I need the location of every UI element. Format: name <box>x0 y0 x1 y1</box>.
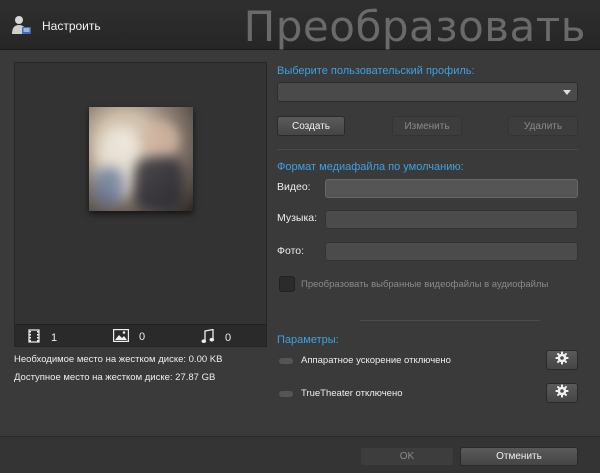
delete-profile-button[interactable]: Удалить <box>508 116 578 136</box>
convert-to-audio-label: Преобразовать выбранные видеофайлы в ауд… <box>301 279 549 290</box>
hw-accel-toggle[interactable] <box>279 358 293 364</box>
music-note-icon <box>201 328 215 347</box>
gear-icon <box>555 351 569 370</box>
music-count-value: 0 <box>225 332 232 344</box>
divider <box>277 149 578 150</box>
media-counts-bar: 1 0 0 <box>15 324 266 346</box>
format-section-title: Формат медиафайла по умолчанию: <box>277 161 464 173</box>
truetheater-settings-button[interactable] <box>546 383 578 403</box>
image-count-value: 0 <box>139 331 146 343</box>
chevron-down-icon <box>563 90 571 95</box>
preview-thumbnail <box>89 107 193 211</box>
video-label: Видео: <box>277 181 311 193</box>
music-count: 0 <box>201 328 232 347</box>
film-icon <box>27 329 41 346</box>
photo-label: Фото: <box>277 245 305 257</box>
page-title: Преобразовать <box>243 2 586 51</box>
video-count: 1 <box>27 329 57 346</box>
photo-format-field[interactable] <box>325 242 578 261</box>
ok-button[interactable]: OK <box>360 447 454 466</box>
image-icon <box>113 329 130 345</box>
header-bar: Настроить Преобразовать <box>0 0 600 51</box>
divider <box>360 320 540 321</box>
truetheater-label: TrueTheater отключено <box>301 388 403 399</box>
profile-dropdown[interactable] <box>277 82 578 102</box>
music-label: Музыка: <box>277 212 318 224</box>
required-disk-space: Необходимое место на жестком диске: 0.00… <box>14 354 223 365</box>
user-settings-icon <box>10 14 32 36</box>
edit-profile-button[interactable]: Изменить <box>392 116 462 136</box>
preview-panel: 1 0 0 <box>14 62 267 347</box>
available-disk-space: Доступное место на жестком диске: 27.87 … <box>14 372 216 383</box>
gear-icon <box>555 384 569 403</box>
app-title: Настроить <box>42 19 101 33</box>
profile-section-title: Выберите пользовательский профиль: <box>277 65 475 77</box>
video-count-value: 1 <box>51 331 58 344</box>
music-format-field[interactable] <box>325 210 578 229</box>
hw-accel-settings-button[interactable] <box>546 350 578 370</box>
video-format-field[interactable] <box>325 179 578 198</box>
convert-to-audio-checkbox[interactable] <box>279 276 295 292</box>
cancel-button[interactable]: Отменить <box>460 447 578 466</box>
params-section-title: Параметры: <box>277 334 339 346</box>
truetheater-toggle[interactable] <box>279 391 293 397</box>
image-count: 0 <box>113 329 145 345</box>
hw-accel-label: Аппаратное ускорение отключено <box>301 355 451 366</box>
create-profile-button[interactable]: Создать <box>277 116 345 136</box>
